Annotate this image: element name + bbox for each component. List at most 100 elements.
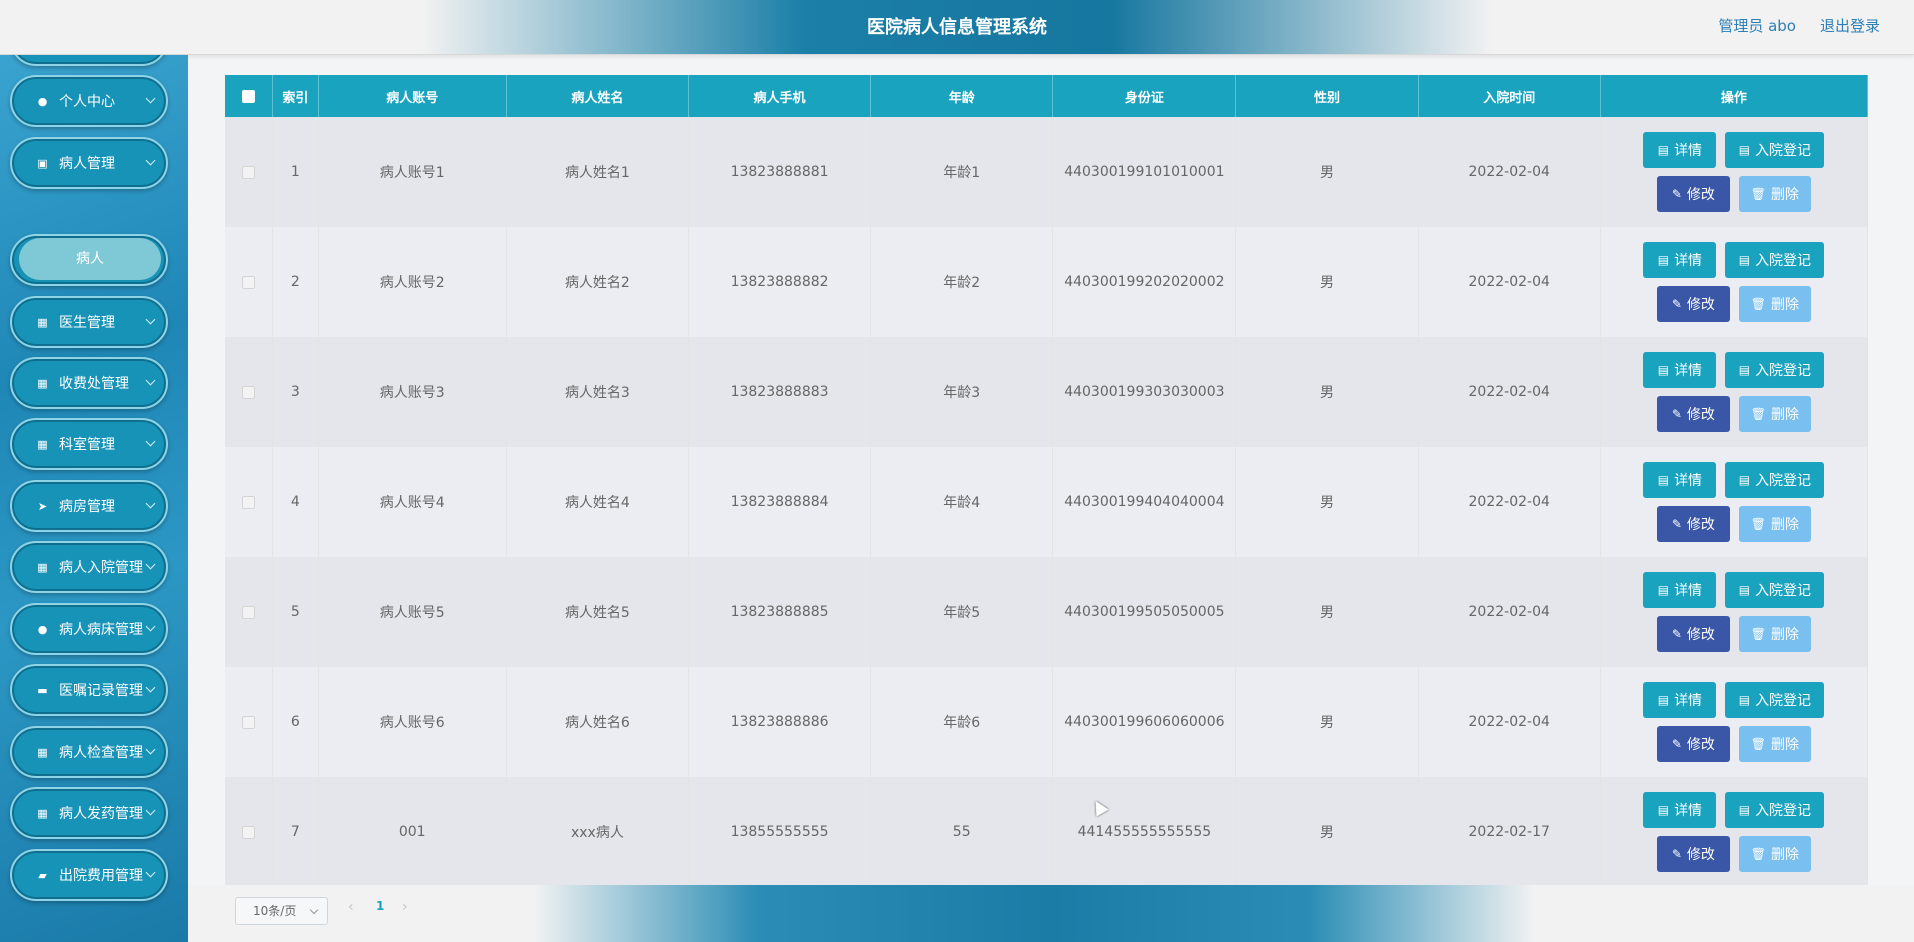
ticket-icon: ▰: [38, 868, 47, 882]
detail-button[interactable]: ▤ 详情: [1643, 462, 1717, 498]
chevron-down-icon: [145, 436, 156, 447]
cell-index: 3: [272, 337, 319, 447]
cell-account: 病人账号4: [318, 447, 507, 557]
row-select-cell[interactable]: [225, 227, 274, 337]
admit-button[interactable]: ▤ 入院登记: [1725, 242, 1825, 278]
delete-button[interactable]: 🗑 删除: [1738, 176, 1811, 212]
cell-index: 1: [272, 117, 319, 227]
edit-button[interactable]: ✎ 修改: [1656, 506, 1730, 542]
row-checkbox[interactable]: [242, 495, 256, 509]
row-select-cell[interactable]: [225, 447, 274, 557]
page-size-select[interactable]: 10条/页: [235, 897, 328, 925]
table-row: 2 病人账号2 病人姓名2 13823888882 年龄2 440300199202020…: [225, 227, 1869, 337]
detail-button[interactable]: ▤ 详情: [1643, 792, 1717, 828]
row-checkbox[interactable]: [242, 275, 256, 289]
row-select-cell[interactable]: [225, 117, 274, 227]
sidebar-item-5[interactable]: ▦ 收费处管理: [10, 357, 168, 409]
logout-link[interactable]: 退出登录: [1820, 0, 1880, 52]
admit-button[interactable]: ▤ 入院登记: [1725, 572, 1825, 608]
cell-index: 5: [272, 557, 319, 667]
cell-admit-date: 2022-02-04: [1418, 667, 1601, 777]
grid-icon: ▦: [37, 745, 48, 759]
detail-button[interactable]: ▤ 详情: [1643, 572, 1717, 608]
edit-button[interactable]: ✎ 修改: [1656, 396, 1730, 432]
user-icon: ●: [37, 94, 48, 108]
row-checkbox[interactable]: [242, 715, 256, 729]
next-page-button[interactable]: ›: [402, 899, 408, 915]
sidebar-item-8[interactable]: ▦ 病人入院管理: [10, 541, 168, 593]
sidebar-item-9[interactable]: ● 病人病床管理: [10, 603, 168, 655]
admit-icon: ▤: [1738, 803, 1751, 817]
edit-icon: ✎: [1671, 847, 1682, 861]
page-number-1[interactable]: 1: [376, 899, 384, 913]
sidebar-item-12[interactable]: ▦ 病人发药管理: [10, 787, 168, 839]
cell-id-card: 440300199606060006: [1052, 667, 1237, 777]
chevron-down-icon: [145, 621, 156, 632]
admit-button[interactable]: ▤ 入院登记: [1725, 132, 1825, 168]
detail-button-label: 详情: [1674, 363, 1703, 379]
detail-button[interactable]: ▤ 详情: [1643, 682, 1717, 718]
sidebar-item-7[interactable]: ➤ 病房管理: [10, 480, 168, 532]
delete-icon: 🗑: [1750, 517, 1766, 531]
sidebar-item-2[interactable]: ▣ 病人管理: [10, 137, 168, 189]
detail-button[interactable]: ▤ 详情: [1643, 132, 1717, 168]
delete-button[interactable]: 🗑 删除: [1738, 286, 1811, 322]
cell-gender: 男: [1235, 447, 1419, 557]
prev-page-button[interactable]: ‹: [348, 899, 354, 915]
detail-button[interactable]: ▤ 详情: [1643, 352, 1717, 388]
sidebar-item-11[interactable]: ▦ 病人检查管理: [10, 726, 168, 778]
row-checkbox[interactable]: [242, 605, 256, 619]
cell-account: 001: [318, 777, 507, 887]
edit-button[interactable]: ✎ 修改: [1656, 286, 1730, 322]
edit-button[interactable]: ✎ 修改: [1656, 726, 1730, 762]
cell-age: 年龄4: [870, 447, 1054, 557]
admit-button[interactable]: ▤ 入院登记: [1725, 682, 1825, 718]
delete-button-label: 删除: [1771, 627, 1799, 643]
cell-gender: 男: [1235, 557, 1419, 667]
cell-name: 病人姓名5: [506, 557, 689, 667]
admit-button[interactable]: ▤ 入院登记: [1725, 462, 1825, 498]
delete-button[interactable]: 🗑 删除: [1738, 506, 1811, 542]
row-select-cell[interactable]: [225, 667, 274, 777]
delete-button[interactable]: 🗑 删除: [1738, 396, 1811, 432]
admit-icon: ▤: [1738, 693, 1751, 707]
sidebar-item-6[interactable]: ▦ 科室管理: [10, 418, 168, 470]
edit-button[interactable]: ✎ 修改: [1656, 616, 1730, 652]
select-all-cell[interactable]: [225, 75, 274, 117]
detail-button[interactable]: ▤ 详情: [1643, 242, 1717, 278]
table-row: 1 病人账号1 病人姓名1 13823888881 年龄1 440300199101010…: [225, 117, 1869, 227]
row-checkbox[interactable]: [242, 385, 256, 399]
admit-button[interactable]: ▤ 入院登记: [1725, 352, 1825, 388]
admit-button[interactable]: ▤ 入院登记: [1725, 792, 1825, 828]
submenu-item-patient[interactable]: 病人: [19, 238, 161, 280]
edit-button[interactable]: ✎ 修改: [1656, 176, 1730, 212]
delete-button[interactable]: 🗑 删除: [1738, 616, 1811, 652]
edit-button[interactable]: ✎ 修改: [1656, 836, 1730, 872]
delete-button[interactable]: 🗑 删除: [1738, 726, 1811, 762]
table-header-row: 索引 病人账号 病人姓名 病人手机 年龄 身份证 性别 入院时间 操作: [225, 75, 1869, 117]
sidebar-item-13[interactable]: ▰ 出院费用管理: [10, 849, 168, 901]
chevron-down-icon: [309, 905, 319, 915]
detail-icon: ▤: [1657, 583, 1670, 597]
sidebar-item-label: 病人病床管理: [59, 622, 143, 638]
table-row: 3 病人账号3 病人姓名3 13823888883 年龄3 440300199303030…: [225, 337, 1869, 447]
delete-button[interactable]: 🗑 删除: [1738, 836, 1811, 872]
delete-icon: 🗑: [1750, 737, 1766, 751]
row-checkbox[interactable]: [242, 165, 256, 179]
row-select-cell[interactable]: [225, 557, 274, 667]
row-select-cell[interactable]: [225, 337, 274, 447]
chevron-down-icon: [145, 375, 156, 386]
sidebar-item-1[interactable]: ● 个人中心: [10, 75, 168, 127]
chevron-down-icon: [145, 314, 156, 325]
page-size-label: 10条/页: [253, 904, 297, 918]
detail-icon: ▤: [1657, 693, 1670, 707]
admit-button-label: 入院登记: [1755, 583, 1812, 599]
column-header-3: 病人手机: [688, 75, 872, 117]
cell-account: 病人账号1: [318, 117, 507, 227]
row-checkbox[interactable]: [242, 825, 256, 839]
row-select-cell[interactable]: [225, 777, 274, 887]
select-all-checkbox[interactable]: [242, 89, 256, 103]
sidebar-item-0[interactable]: ⌂首页: [10, 55, 168, 66]
sidebar-item-10[interactable]: ▬ 医嘱记录管理: [10, 664, 168, 716]
sidebar-item-4[interactable]: ▦ 医生管理: [10, 296, 168, 348]
